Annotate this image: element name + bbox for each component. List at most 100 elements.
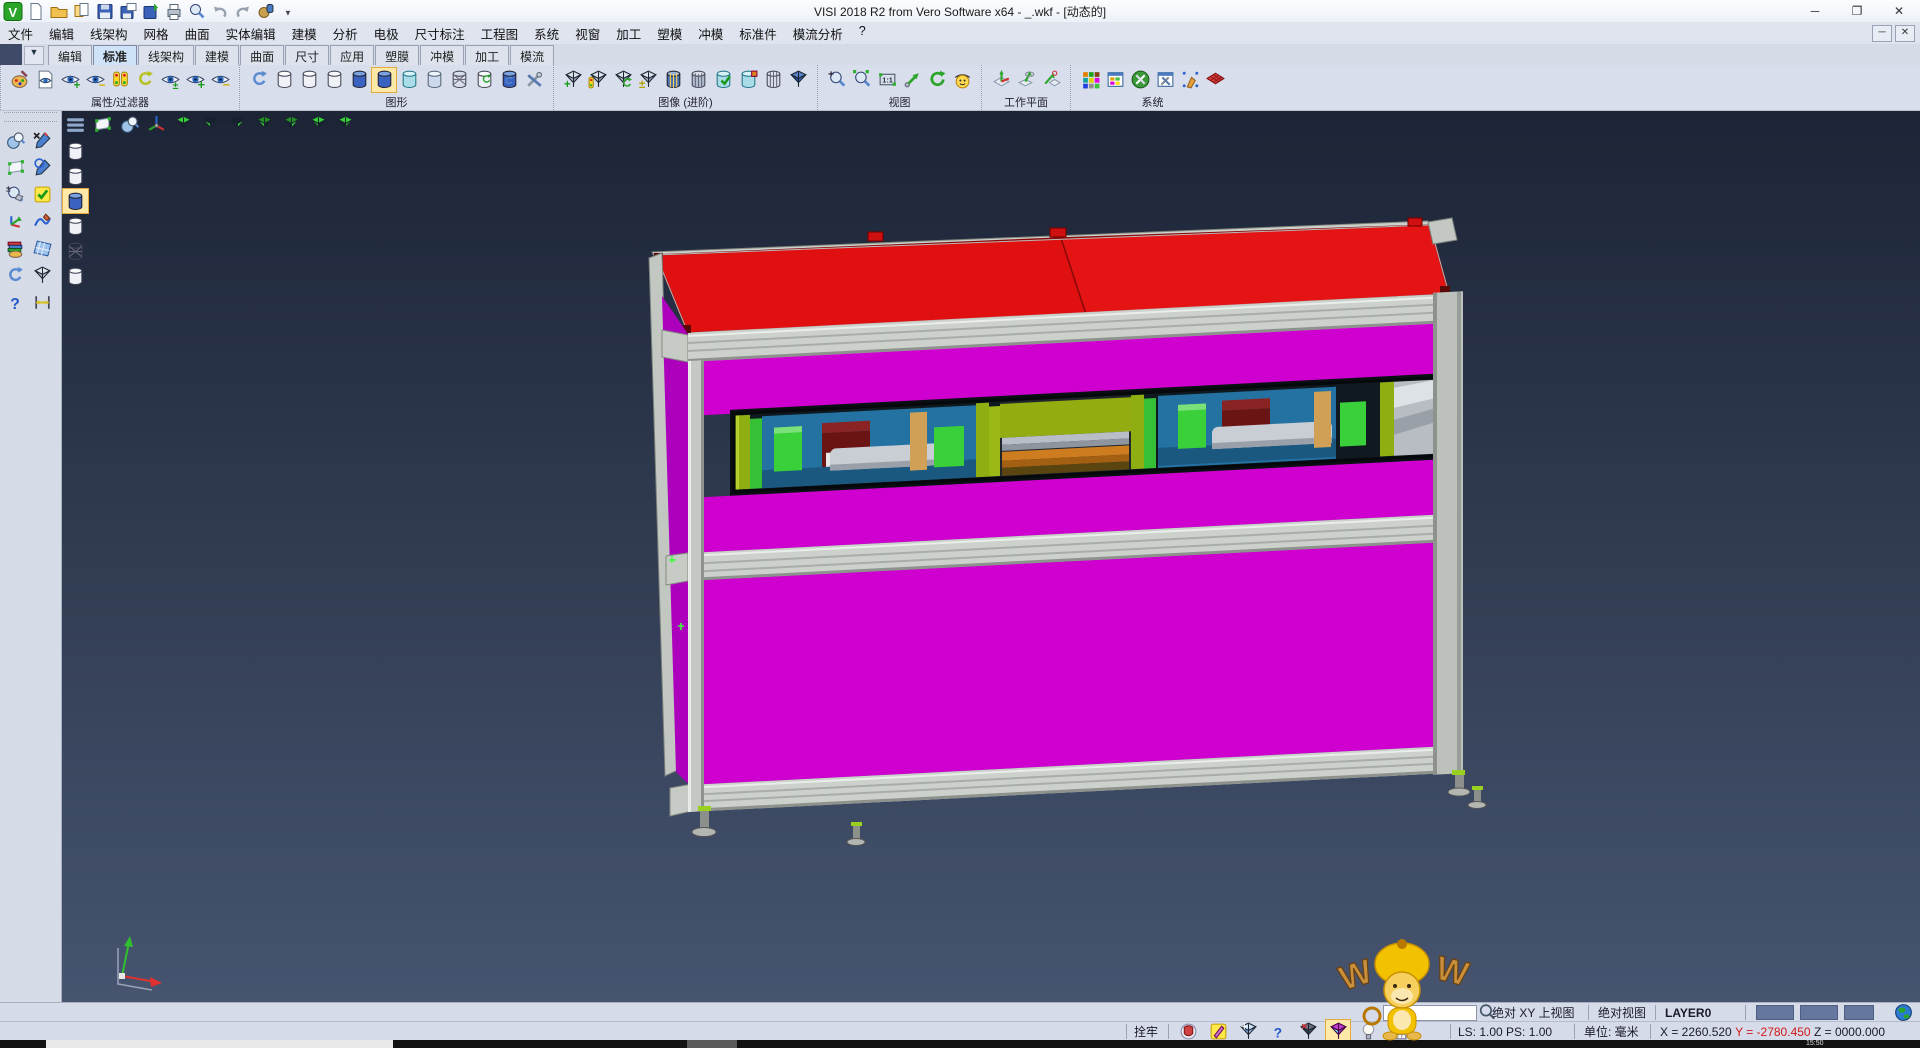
visi-logo-icon[interactable]: V — [3, 1, 23, 21]
window-colors-icon[interactable] — [1103, 68, 1127, 92]
tab-dropdown-caret[interactable]: ▼ — [24, 46, 44, 65]
tab-模流[interactable]: 模流 — [510, 45, 554, 65]
menu-网格[interactable]: 网格 — [136, 24, 177, 43]
print-icon[interactable] — [164, 1, 184, 21]
eye-remove-icon[interactable]: − — [208, 68, 232, 92]
tab-曲面[interactable]: 曲面 — [240, 45, 284, 65]
open-folder-icon[interactable] — [49, 1, 69, 21]
tab-编辑[interactable]: 编辑 — [48, 45, 92, 65]
taskbar-app-button[interactable] — [46, 1040, 393, 1048]
cylinder-wire-icon[interactable] — [447, 68, 471, 92]
workplane-move-icon[interactable] — [1039, 68, 1063, 92]
cylinder-blue-icon[interactable] — [347, 68, 371, 92]
cube-refresh-icon[interactable] — [611, 68, 635, 92]
axis-move-icon[interactable] — [3, 209, 27, 233]
menu-?[interactable]: ? — [851, 24, 874, 43]
workplane-axis-icon[interactable] — [989, 68, 1013, 92]
cylinder-copy-icon[interactable] — [497, 68, 521, 92]
lock-label[interactable]: 拴牢 — [1134, 1022, 1158, 1041]
cube-iso2-icon[interactable] — [333, 112, 358, 136]
caret-down-icon[interactable]: ▼ — [279, 1, 299, 21]
3d-viewport[interactable] — [61, 110, 1920, 1002]
refresh-view-icon[interactable] — [247, 68, 271, 92]
cylinder-outline-icon[interactable] — [272, 68, 296, 92]
cube-back-icon[interactable] — [225, 112, 250, 136]
menu-分析[interactable]: 分析 — [325, 24, 366, 43]
tools-cross-icon[interactable] — [522, 68, 546, 92]
cube-right-icon[interactable] — [279, 112, 304, 136]
grid-red-icon[interactable] — [1203, 68, 1227, 92]
pencil-delete-icon[interactable] — [30, 128, 54, 152]
tab-标准[interactable]: 标准 — [93, 45, 137, 65]
check-yellow-icon[interactable] — [30, 182, 54, 206]
panel-drag-handle[interactable] — [4, 112, 57, 122]
fit-view-icon[interactable] — [3, 155, 27, 179]
cylinder-outline-icon[interactable] — [63, 164, 88, 188]
pencil-circle-icon[interactable] — [30, 155, 54, 179]
save-disk-icon[interactable] — [95, 1, 115, 21]
tab-加工[interactable]: 加工 — [465, 45, 509, 65]
cube-gray-icon[interactable] — [30, 263, 54, 287]
cylinder-outline-icon[interactable] — [297, 68, 321, 92]
eye-minus-icon[interactable]: − — [83, 68, 107, 92]
taskbar-segment[interactable] — [687, 1040, 737, 1048]
cylinder-striped2-icon[interactable] — [686, 68, 710, 92]
menu-标准件[interactable]: 标准件 — [731, 24, 785, 43]
window-tools-icon[interactable] — [1153, 68, 1177, 92]
menu-工程图[interactable]: 工程图 — [473, 24, 527, 43]
fit-view-icon[interactable] — [90, 112, 115, 136]
zoom-window-icon[interactable] — [850, 68, 874, 92]
axis-triad-icon[interactable] — [144, 112, 169, 136]
zoom-plus-icon[interactable]: + — [825, 68, 849, 92]
cylinder-wire-icon[interactable] — [63, 239, 88, 263]
cylinder-striped-icon[interactable] — [661, 68, 685, 92]
cylinder-outline-icon[interactable] — [63, 264, 88, 288]
menu-burger-icon[interactable] — [63, 112, 88, 136]
eye-add-icon[interactable]: + — [183, 68, 207, 92]
menu-模流分析[interactable]: 模流分析 — [785, 24, 851, 43]
child-window-button[interactable]: ✕ — [1895, 25, 1915, 42]
cylinder-blue-icon[interactable] — [372, 68, 396, 92]
minimize-button[interactable]: ─ — [1794, 1, 1836, 22]
color-swatches[interactable] — [1756, 1003, 1880, 1022]
sphere-zoom-icon[interactable] — [3, 128, 27, 152]
layer-indicator[interactable]: LAYER0 — [1665, 1003, 1711, 1022]
undo-icon[interactable] — [210, 1, 230, 21]
menu-电极[interactable]: 电极 — [366, 24, 407, 43]
absolute-view-label[interactable]: 绝对视图 — [1598, 1003, 1646, 1022]
eye-plus-icon[interactable]: + — [58, 68, 82, 92]
new-doc-icon[interactable] — [26, 1, 46, 21]
close-button[interactable]: ✕ — [1878, 1, 1920, 22]
cube-front-icon[interactable] — [198, 112, 223, 136]
menu-编辑[interactable]: 编辑 — [41, 24, 82, 43]
child-window-button[interactable]: ─ — [1872, 25, 1892, 42]
tab-应用[interactable]: 应用 — [330, 45, 374, 65]
cylinder-pale-icon[interactable] — [422, 68, 446, 92]
menu-建模[interactable]: 建模 — [284, 24, 325, 43]
menu-实体编辑[interactable]: 实体编辑 — [218, 24, 284, 43]
eye-smiley-icon[interactable] — [950, 68, 974, 92]
cube-left-icon[interactable] — [252, 112, 277, 136]
redo-icon[interactable] — [233, 1, 253, 21]
cylinder-wire2-icon[interactable] — [761, 68, 785, 92]
question-icon[interactable]: ? — [3, 290, 27, 314]
rotate-view-icon[interactable] — [925, 68, 949, 92]
menu-塑模[interactable]: 塑模 — [649, 24, 690, 43]
page-eye-icon[interactable] — [33, 68, 57, 92]
color-palette-icon[interactable] — [1078, 68, 1102, 92]
measure-icon[interactable] — [30, 290, 54, 314]
menu-曲面[interactable]: 曲面 — [177, 24, 218, 43]
refresh-blue-icon[interactable] — [3, 263, 27, 287]
tab-冲模[interactable]: 冲模 — [420, 45, 464, 65]
workplane-align-icon[interactable] — [1014, 68, 1038, 92]
zoom-one-icon[interactable]: 1:1 — [875, 68, 899, 92]
cylinder-outline-icon[interactable] — [322, 68, 346, 92]
cylinder-refresh-icon[interactable] — [472, 68, 496, 92]
cube-iso-icon[interactable] — [306, 112, 331, 136]
books-palette-icon[interactable] — [3, 236, 27, 260]
save-as-icon[interactable] — [118, 1, 138, 21]
cylinder-check-icon[interactable] — [711, 68, 735, 92]
restore-button[interactable]: ❐ — [1836, 1, 1878, 22]
snap-hand-icon[interactable] — [1178, 68, 1202, 92]
view-mode-label[interactable]: 绝对 XY 上视图 — [1492, 1003, 1574, 1022]
